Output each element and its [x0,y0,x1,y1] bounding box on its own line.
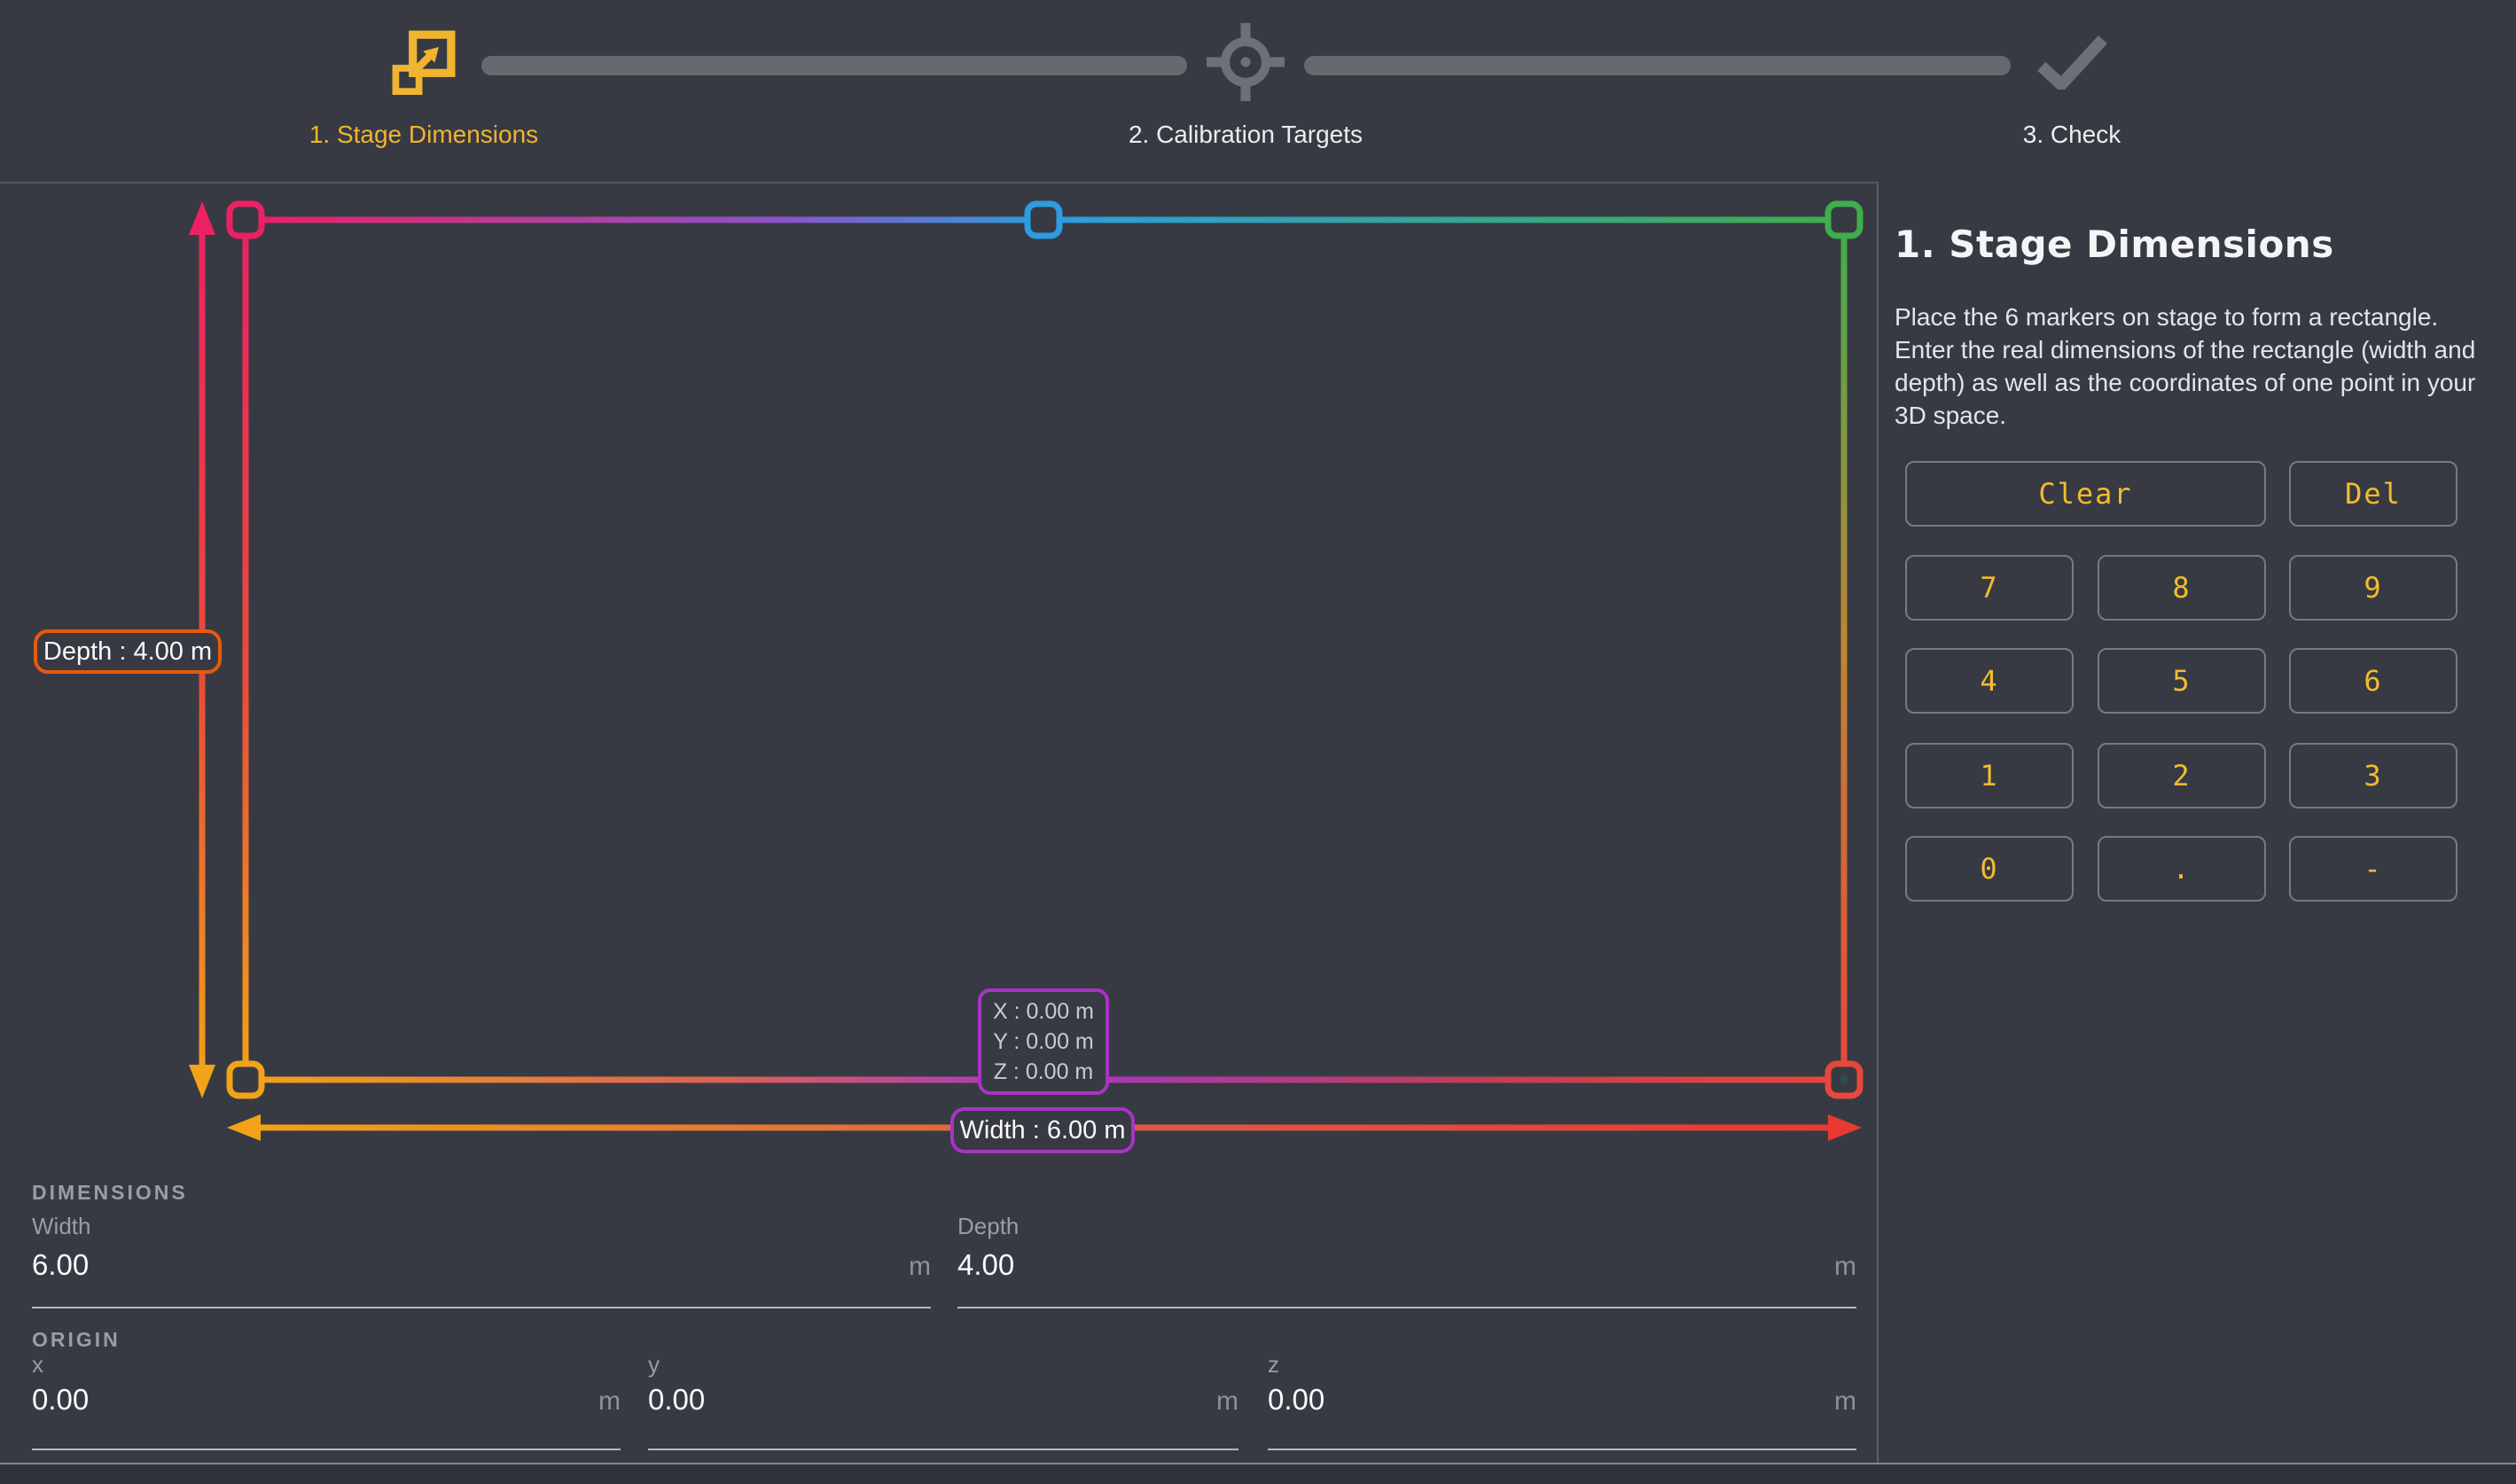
stage-rectangle [246,220,1844,1080]
resize-icon [391,18,457,106]
keypad-key-dot[interactable]: . [2098,836,2266,902]
depth-field[interactable]: Depth 4.00 m [957,1213,1856,1308]
origin-y-underline [648,1449,1238,1450]
origin-x-value[interactable]: 0.00 [32,1383,89,1417]
width-dimension-label: Width : 6.00 m [950,1107,1135,1153]
origin-z-line: Z : 0.00 m [994,1057,1094,1087]
step-calibration-targets[interactable]: 2. Calibration Targets [1068,18,1423,149]
keypad-key-6[interactable]: 6 [2289,648,2457,714]
depth-field-value[interactable]: 4.00 [957,1248,1014,1282]
stage-calibration-app: 1. Stage Dimensions 2. Calibration Targe… [0,0,2516,1484]
step-label-3: 3. Check [2023,121,2121,149]
width-field[interactable]: Width 6.00 m [32,1213,931,1308]
width-field-underline [32,1307,931,1308]
width-field-label: Width [32,1213,90,1240]
marker-bottom-left[interactable] [230,1064,262,1096]
origin-z-underline [1268,1449,1856,1450]
marker-top-right[interactable] [1828,204,1860,236]
keypad-key-4[interactable]: 4 [1905,648,2074,714]
origin-z-field[interactable]: z 0.00 m [1268,1351,1856,1450]
origin-z-unit: m [1834,1386,1856,1417]
origin-x-field[interactable]: x 0.00 m [32,1351,621,1450]
keypad-key-2[interactable]: 2 [2098,743,2266,808]
stage-canvas [0,184,1877,1170]
keypad-key-minus[interactable]: - [2289,836,2457,902]
keypad-key-3[interactable]: 3 [2289,743,2457,808]
panel-title: 1. Stage Dimensions [1895,223,2334,266]
step-label-2: 2. Calibration Targets [1129,121,1363,149]
keypad-del-button[interactable]: Del [2289,461,2457,527]
marker-top-left[interactable] [230,204,262,236]
origin-z-value[interactable]: 0.00 [1268,1383,1324,1417]
keypad-key-7[interactable]: 7 [1905,555,2074,621]
origin-x-label: x [32,1351,43,1379]
origin-y-line: Y : 0.00 m [993,1027,1094,1057]
depth-field-label: Depth [957,1213,1019,1240]
keypad-clear-button[interactable]: Clear [1905,461,2266,527]
origin-z-label: z [1268,1351,1279,1379]
origin-section-header: ORIGIN [32,1328,121,1352]
origin-y-unit: m [1216,1386,1238,1417]
panel-description: Place the 6 markers on stage to form a r… [1895,301,2476,432]
keypad-key-1[interactable]: 1 [1905,743,2074,808]
depth-field-underline [957,1307,1856,1308]
origin-point-dot [1840,1075,1848,1084]
origin-y-value[interactable]: 0.00 [648,1383,705,1417]
step-label-1: 1. Stage Dimensions [309,121,538,149]
bottom-strip [0,1463,2516,1484]
keypad-key-9[interactable]: 9 [2289,555,2457,621]
width-field-unit: m [909,1252,931,1282]
step-check[interactable]: 3. Check [1895,18,2249,149]
target-icon [1207,18,1285,106]
origin-coordinates-label: X : 0.00 m Y : 0.00 m Z : 0.00 m [978,988,1109,1095]
width-field-value[interactable]: 6.00 [32,1248,89,1282]
keypad-key-8[interactable]: 8 [2098,555,2266,621]
check-icon [2036,18,2107,106]
depth-field-unit: m [1834,1252,1856,1282]
dimensions-section-header: DIMENSIONS [32,1181,188,1205]
origin-x-underline [32,1449,621,1450]
keypad-key-5[interactable]: 5 [2098,648,2266,714]
keypad-key-0[interactable]: 0 [1905,836,2074,902]
origin-x-line: X : 0.00 m [993,996,1094,1027]
side-panel: 1. Stage Dimensions Place the 6 markers … [1879,184,2516,1464]
depth-dimension-label: Depth : 4.00 m [34,629,222,674]
marker-top-middle[interactable] [1027,204,1059,236]
origin-y-label: y [648,1351,660,1379]
origin-y-field[interactable]: y 0.00 m [648,1351,1238,1450]
step-stage-dimensions[interactable]: 1. Stage Dimensions [246,18,601,149]
origin-x-unit: m [598,1386,621,1417]
